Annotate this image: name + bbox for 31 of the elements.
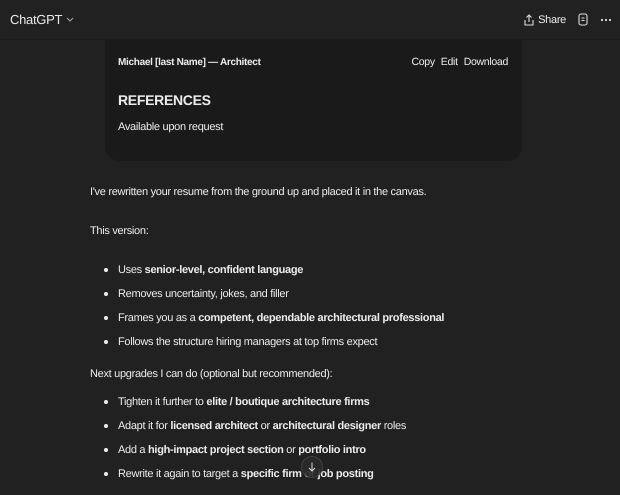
- list-title: Next upgrades I can do (optional but recommended):: [90, 367, 334, 381]
- bullet-icon: [104, 472, 108, 476]
- message-text: I've rewritten your resume from the ground up and placed it in the canvas.: [90, 185, 428, 199]
- card-action[interactable]: Copy: [411, 56, 435, 68]
- bullet-icon: [104, 340, 108, 344]
- section-heading: REFERENCES: [118, 92, 212, 108]
- bullet-icon: [104, 316, 108, 320]
- share-icon: [524, 14, 534, 26]
- document-title: Michael [last Name] — Architect: [118, 56, 261, 68]
- bullet-item: Frames you as a competent, dependable architectural professional: [118, 311, 444, 325]
- bullet-item: Follows the structure hiring managers at top firms expect: [118, 335, 378, 349]
- bullet-icon: [104, 448, 108, 452]
- bullet-icon: [104, 268, 108, 272]
- model-selector[interactable]: ChatGPT: [10, 12, 74, 27]
- chevron-down-icon: [66, 16, 74, 22]
- card-action[interactable]: Edit: [440, 56, 458, 68]
- bullet-icon: [104, 292, 108, 296]
- bullet-item: Tighten it further to elite / boutique architecture firms: [118, 395, 370, 409]
- more-icon[interactable]: [600, 18, 612, 22]
- bullet-icon: [104, 400, 108, 404]
- bullet-item: Adapt it for licensed architect or architectural designer roles: [118, 419, 406, 433]
- list-title: This version:: [90, 224, 150, 238]
- share-button[interactable]: Share: [524, 14, 566, 26]
- bullet-item: Uses senior-level, confident language: [118, 263, 304, 277]
- document-icon[interactable]: [578, 13, 588, 26]
- bullet-item: Removes uncertainty, jokes, and filler: [118, 287, 289, 301]
- bullet-item: Add a high-impact project section or portfolio intro: [118, 443, 366, 457]
- card-action[interactable]: Download: [464, 56, 508, 68]
- bullet-icon: [104, 424, 108, 428]
- section-text: Available upon request: [118, 121, 224, 133]
- arrow-down-icon: [308, 462, 316, 472]
